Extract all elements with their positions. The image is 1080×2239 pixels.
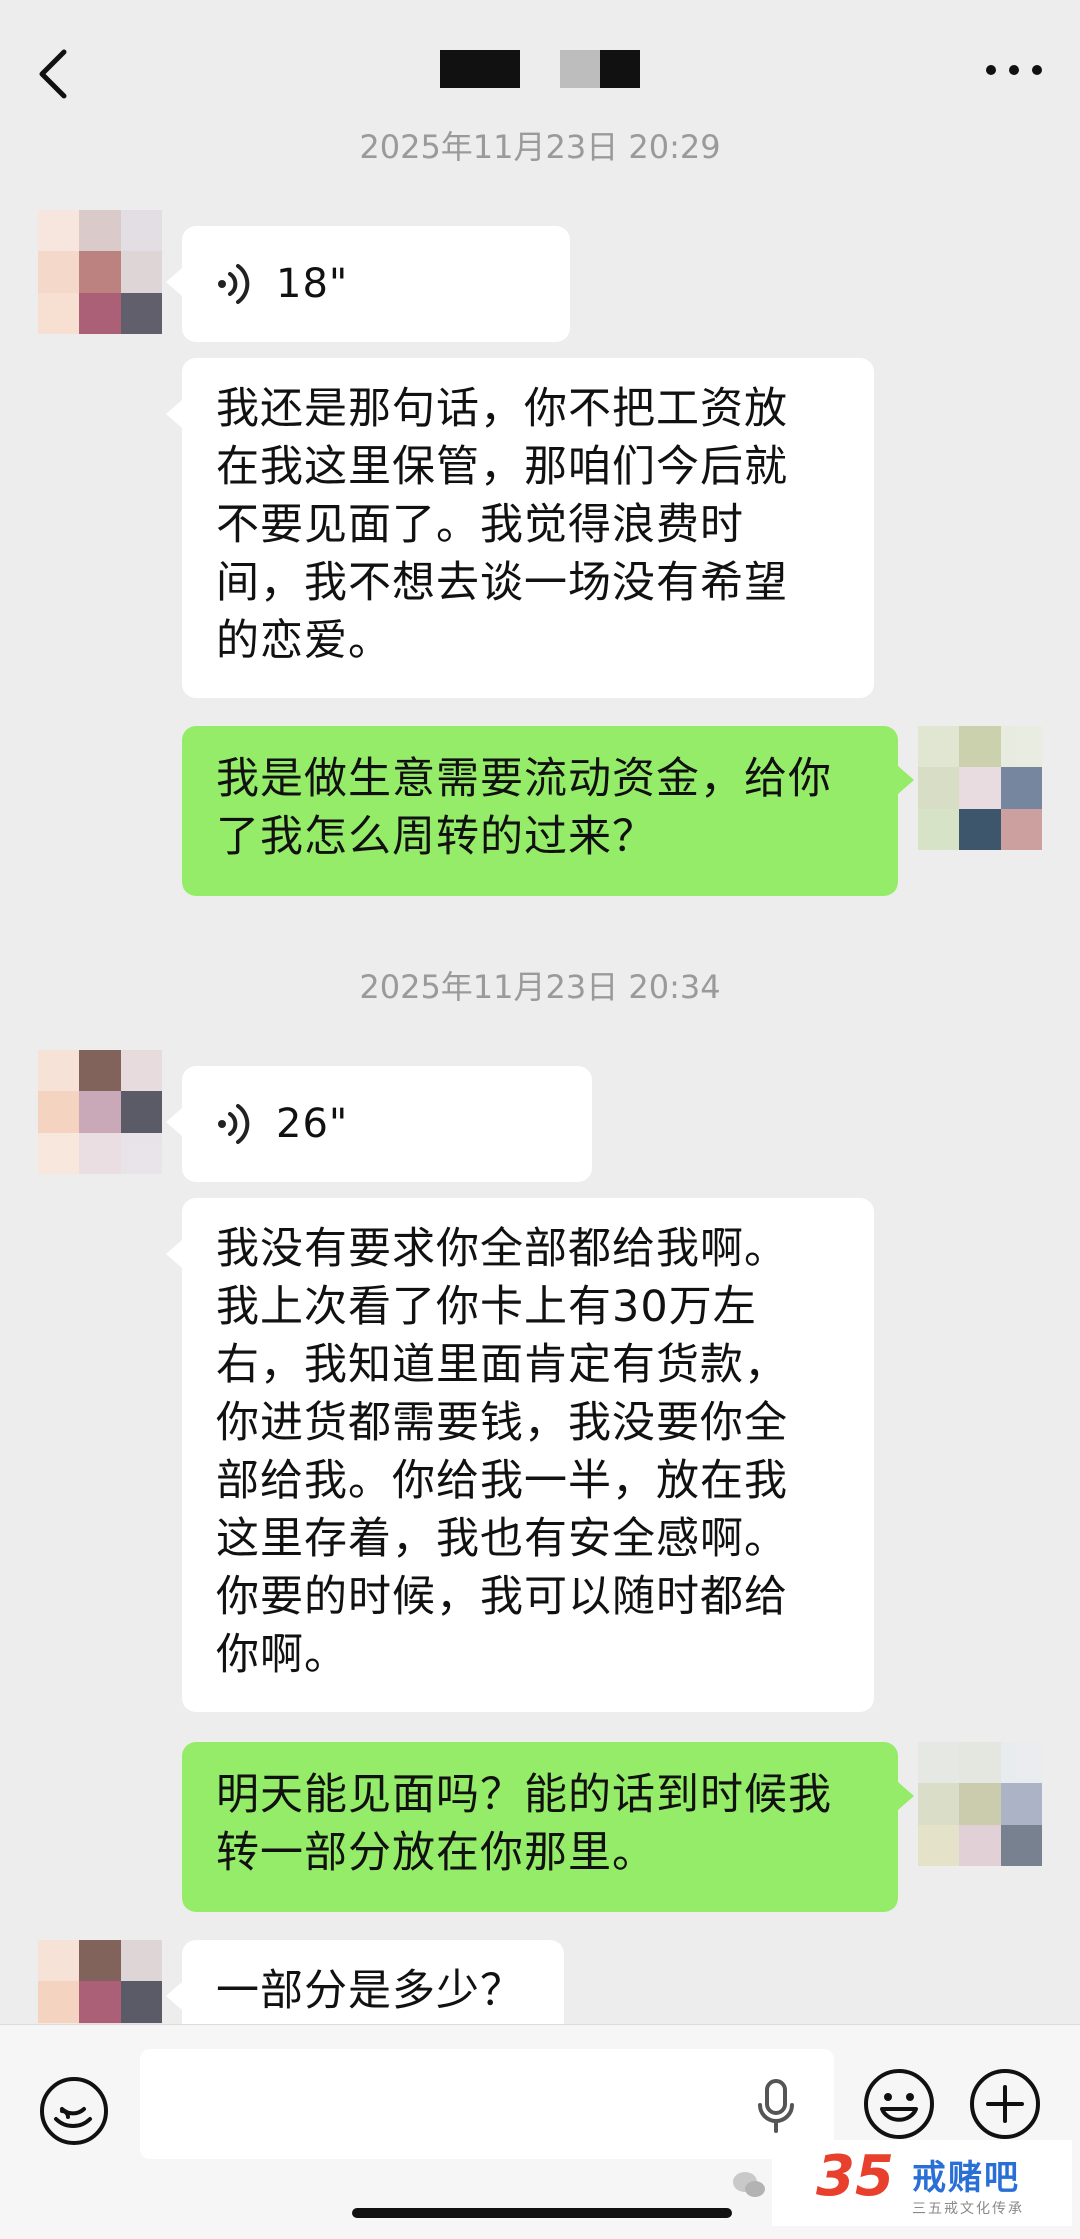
voice-duration: 18" xyxy=(276,261,349,307)
user-avatar[interactable] xyxy=(918,1742,1042,1866)
sent-message[interactable]: 我是做生意需要流动资金，给你 了我怎么周转的过来？ xyxy=(182,726,914,896)
title-redaction xyxy=(440,50,520,88)
sent-message[interactable]: 明天能见面吗？能的话到时候我 转一部分放在你那里。 xyxy=(182,1742,914,1912)
voice-message[interactable]: 26" xyxy=(166,1066,592,1182)
message-text: 我还是那句话，你不把工资放 在我这里保管，那咱们今后就 不要见面了。我觉得浪费时… xyxy=(216,384,788,666)
plus-icon[interactable] xyxy=(968,2067,1042,2141)
watermark-name: 戒赌吧 xyxy=(912,2158,1020,2198)
watermark: 35 戒赌吧 三五戒文化传承 xyxy=(733,2140,1072,2226)
message-text: 我是做生意需要流动资金，给你 了我怎么周转的过来？ xyxy=(216,754,832,862)
user-avatar[interactable] xyxy=(918,726,1042,850)
received-message[interactable]: 我还是那句话，你不把工资放 在我这里保管，那咱们今后就 不要见面了。我觉得浪费时… xyxy=(166,358,874,698)
more-icon[interactable] xyxy=(986,60,1042,80)
watermark-subtitle: 三五戒文化传承 xyxy=(912,2201,1024,2217)
contact-avatar[interactable] xyxy=(38,210,162,334)
title-redaction-gray xyxy=(560,50,600,88)
message-text: 一部分是多少？ xyxy=(216,1966,524,2016)
home-indicator xyxy=(352,2208,732,2218)
received-message[interactable]: 我没有要求你全部都给我啊。 我上次看了你卡上有30万左 右，我知道里面肯定有货款… xyxy=(166,1198,874,1712)
top-bar xyxy=(0,0,1080,130)
contact-avatar[interactable] xyxy=(38,1050,162,1174)
voice-message-icon xyxy=(218,1104,250,1144)
back-icon[interactable] xyxy=(34,48,74,100)
timestamp: 2025年11月23日 20:34 xyxy=(359,968,721,1006)
watermark-logo: 35 xyxy=(816,2144,894,2209)
emoji-icon[interactable] xyxy=(862,2067,936,2141)
timestamp: 2025年11月23日 20:29 xyxy=(359,128,721,166)
title-redaction-2 xyxy=(600,50,640,88)
voice-toggle-icon[interactable] xyxy=(38,2075,110,2147)
mic-icon[interactable] xyxy=(756,2079,796,2133)
wechat-icon xyxy=(733,2172,765,2197)
voice-message[interactable]: 18" xyxy=(166,226,570,342)
voice-message-icon xyxy=(218,264,250,304)
message-text: 明天能见面吗？能的话到时候我 转一部分放在你那里。 xyxy=(216,1770,832,1878)
message-input[interactable] xyxy=(140,2049,834,2159)
voice-duration: 26" xyxy=(276,1101,349,1147)
message-text: 我没有要求你全部都给我啊。 我上次看了你卡上有30万左 右，我知道里面肯定有货款… xyxy=(216,1224,788,1680)
